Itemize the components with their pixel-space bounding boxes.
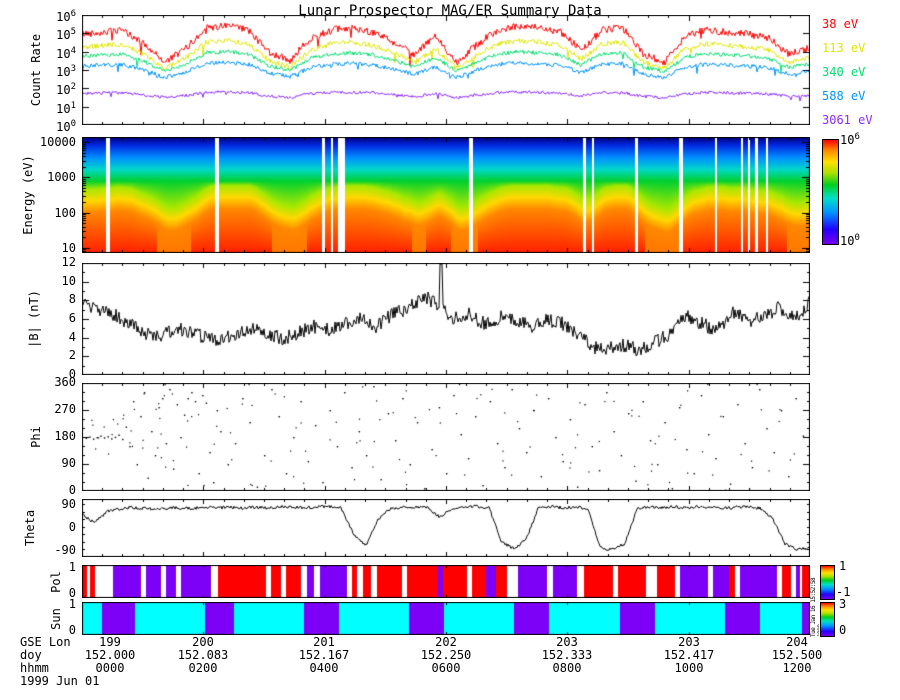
strip-ytick-label: 1 xyxy=(68,560,76,574)
pol-strip-canvas xyxy=(82,565,810,598)
bnt-ytick-label: 12 xyxy=(61,255,76,269)
lunar-prospector-summary-plot: Lunar Prospector MAG/ER Summary Data Cou… xyxy=(0,0,900,700)
count-rate-ytick-label: 104 xyxy=(56,45,76,61)
phi-ytick-label: 360 xyxy=(54,375,76,389)
energy-ytick-label: 1000 xyxy=(47,170,76,185)
x-tick-label: 0800 xyxy=(552,661,582,675)
count-rate-ytick-label: 105 xyxy=(56,27,76,43)
energy-spectrogram-canvas xyxy=(82,137,810,253)
x-tick-label: 0600 xyxy=(431,661,461,675)
colorbar-max-label: 106 xyxy=(840,132,860,147)
x-tick-label: 0400 xyxy=(309,661,339,675)
strip-ytick-label: 1 xyxy=(68,597,76,611)
sun-colorbar-min-label: 0 xyxy=(839,623,847,637)
count-rate-panel-canvas xyxy=(82,15,810,125)
phi-panel-canvas xyxy=(82,383,810,491)
count-rate-ytick-label: 101 xyxy=(56,100,76,116)
phi-ytick-label: 270 xyxy=(54,402,76,416)
legend-item-3061ev: 3061 eV xyxy=(822,113,873,127)
x-tick-label: 1200 xyxy=(782,661,812,675)
energy-ytick-label: 10000 xyxy=(39,135,76,150)
sun-colorbar xyxy=(820,602,835,637)
legend-item-588ev: 588 eV xyxy=(822,89,866,103)
pol-colorbar-max-label: 1 xyxy=(839,559,847,573)
spectrogram-colorbar xyxy=(822,139,839,245)
x-tick-label: 0000 xyxy=(95,661,125,675)
sun-strip-canvas xyxy=(82,602,810,635)
plot-timestamp: Tue Jan 16 15:52:58 1998 xyxy=(810,577,819,637)
bnt-ytick-label: 6 xyxy=(68,311,76,325)
bnt-ytick-label: 2 xyxy=(68,348,76,363)
legend-item-38ev: 38 eV xyxy=(822,17,859,31)
theta-ytick-label: 90 xyxy=(61,497,76,512)
legend-item-113ev: 113 eV xyxy=(822,41,866,55)
count-rate-ytick-label: 100 xyxy=(56,119,76,134)
phi-ytick-label: 90 xyxy=(61,456,76,470)
theta-ytick-label: 0 xyxy=(68,520,76,534)
x-tick-label: 0200 xyxy=(188,661,218,675)
legend-item-340ev: 340 eV xyxy=(822,65,866,79)
bnt-ytick-label: 4 xyxy=(68,329,76,344)
theta-ytick-label: -90 xyxy=(54,542,76,557)
strip-ytick-label: 0 xyxy=(68,623,76,637)
count-rate-ytick-label: 102 xyxy=(56,82,76,98)
x-tick-label: 1000 xyxy=(674,661,704,675)
bnt-ytick-label: 10 xyxy=(61,273,76,288)
theta-panel-canvas xyxy=(82,499,810,557)
colorbar-min-label: 100 xyxy=(840,233,860,248)
sun-colorbar-max-label: 3 xyxy=(839,597,847,611)
energy-ytick-label: 100 xyxy=(54,205,76,220)
pol-colorbar xyxy=(820,565,835,600)
bnt-ytick-label: 8 xyxy=(68,292,76,307)
phi-ytick-label: 180 xyxy=(54,429,76,443)
energy-ytick-label: 10 xyxy=(61,240,76,255)
count-rate-ytick-label: 106 xyxy=(56,9,76,24)
date-label: 1999 Jun 01 xyxy=(20,674,100,688)
bmag-panel-canvas xyxy=(82,263,810,375)
count-rate-ytick-label: 103 xyxy=(56,64,76,79)
phi-ytick-label: 0 xyxy=(68,483,76,497)
